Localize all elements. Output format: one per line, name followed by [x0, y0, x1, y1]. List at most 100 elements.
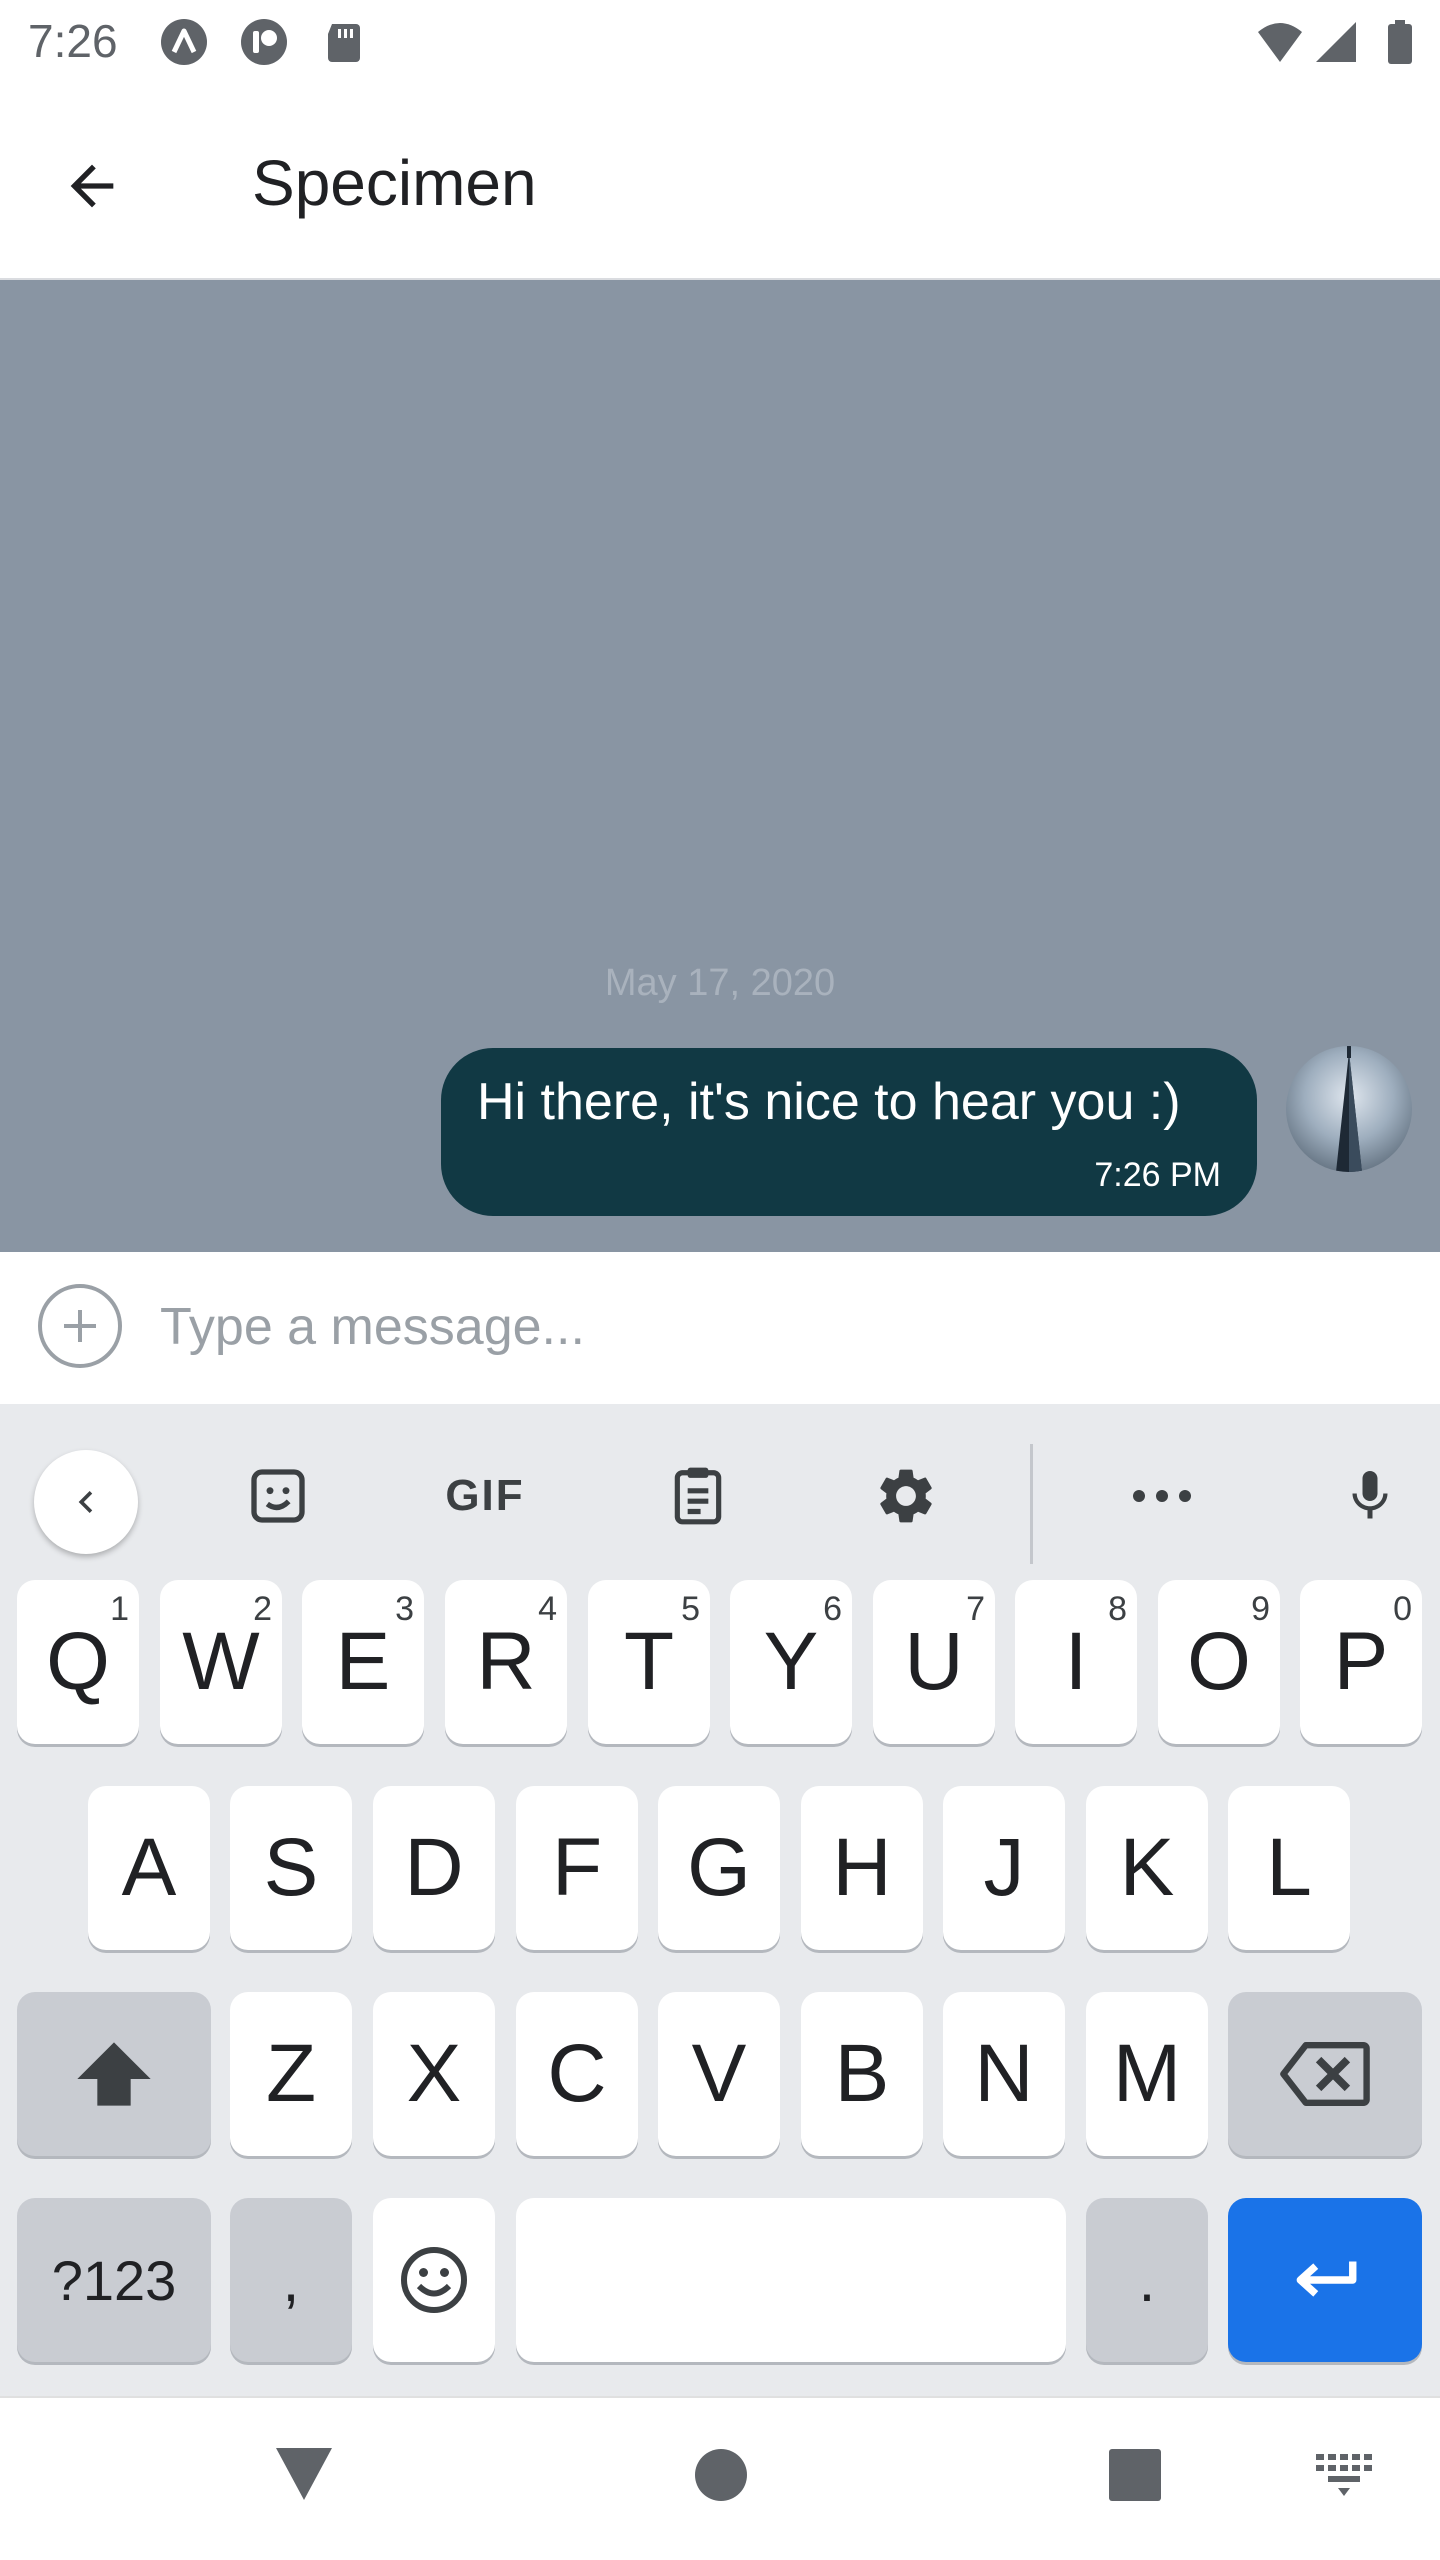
message-input[interactable]: [160, 1282, 1400, 1372]
key-label: Q: [46, 1616, 110, 1707]
key-b[interactable]: B: [801, 1992, 923, 2156]
key-k[interactable]: K: [1086, 1786, 1208, 1950]
backspace-key[interactable]: [1228, 1992, 1422, 2156]
key-hint: 1: [110, 1590, 129, 1628]
key-hint: 6: [823, 1590, 842, 1628]
keyboard-switch-icon[interactable]: [1316, 2454, 1372, 2498]
key-s[interactable]: S: [230, 1786, 352, 1950]
more-button[interactable]: [1114, 1450, 1210, 1542]
key-r[interactable]: R4: [445, 1580, 567, 1744]
clipboard-button[interactable]: [650, 1450, 746, 1542]
sd-card-icon: [328, 24, 360, 62]
avatar-image: [1336, 1046, 1362, 1172]
battery-icon: [1388, 20, 1412, 64]
key-x[interactable]: X: [373, 1992, 495, 2156]
key-label: Y: [763, 1616, 819, 1707]
key-q[interactable]: Q1: [17, 1580, 139, 1744]
key-hint: 2: [253, 1590, 272, 1628]
settings-button[interactable]: [858, 1450, 954, 1542]
chat-area[interactable]: May 17, 2020 Hi there, it's nice to hear…: [0, 280, 1440, 1252]
key-hint: 5: [681, 1590, 700, 1628]
symbols-key[interactable]: ?123: [17, 2198, 211, 2362]
key-v[interactable]: V: [658, 1992, 780, 2156]
page-title: Specimen: [252, 147, 537, 219]
key-label: O: [1187, 1616, 1251, 1707]
key-hint: 8: [1108, 1590, 1127, 1628]
key-z[interactable]: Z: [230, 1992, 352, 2156]
keyboard-collapse-button[interactable]: [34, 1450, 138, 1554]
key-e[interactable]: E3: [302, 1580, 424, 1744]
key-label: I: [1064, 1616, 1088, 1707]
settings-icon: [880, 1469, 932, 1523]
date-divider: May 17, 2020: [604, 962, 836, 1004]
key-w[interactable]: W2: [160, 1580, 282, 1744]
key-n[interactable]: N: [943, 1992, 1065, 2156]
clipboard-icon: [674, 1467, 722, 1525]
app-bar: Specimen: [0, 84, 1440, 280]
message-text: Hi there, it's nice to hear you :): [477, 1073, 1181, 1131]
key-f[interactable]: F: [516, 1786, 638, 1950]
message-timestamp: 7:26 PM: [1094, 1156, 1221, 1194]
key-i[interactable]: I8: [1015, 1580, 1137, 1744]
wifi-icon: [1258, 23, 1302, 62]
shift-icon: [77, 2042, 151, 2106]
backspace-icon: [1280, 2042, 1370, 2106]
signal-icon: [1316, 22, 1356, 62]
key-label: U: [904, 1616, 964, 1707]
status-bar: 7:26: [0, 0, 1440, 84]
sticker-icon: [251, 1469, 305, 1523]
home-circle-icon[interactable]: [694, 2448, 748, 2502]
key-l[interactable]: L: [1228, 1786, 1350, 1950]
chevron-left-icon: [78, 1491, 93, 1513]
message-composer: [0, 1252, 1440, 1404]
recents-square-icon[interactable]: [1108, 2448, 1162, 2502]
period-key[interactable]: .: [1086, 2198, 1208, 2362]
key-h[interactable]: H: [801, 1786, 923, 1950]
more-icon: [1133, 1490, 1191, 1502]
keyboard: GIF Q1 W2 E3 R4 T5 Y6 U7 I8 O9 P0 A S D …: [0, 1404, 1440, 2396]
key-label: W: [182, 1616, 260, 1707]
key-label: E: [335, 1616, 391, 1707]
message-bubble[interactable]: Hi there, it's nice to hear you :) 7:26 …: [441, 1048, 1257, 1216]
key-label: T: [623, 1616, 675, 1707]
navigation-bar: [0, 2396, 1440, 2560]
key-t[interactable]: T5: [588, 1580, 710, 1744]
key-d[interactable]: D: [373, 1786, 495, 1950]
arc-app-icon: [161, 19, 207, 65]
key-hint: 4: [538, 1590, 557, 1628]
back-button[interactable]: [50, 144, 134, 228]
comma-key[interactable]: ,: [230, 2198, 352, 2362]
space-key[interactable]: [516, 2198, 1066, 2362]
key-u[interactable]: U7: [873, 1580, 995, 1744]
gif-button[interactable]: GIF: [430, 1450, 540, 1542]
voice-input-button[interactable]: [1322, 1450, 1418, 1542]
key-hint: 3: [395, 1590, 414, 1628]
arrow-back-icon: [70, 164, 114, 208]
key-g[interactable]: G: [658, 1786, 780, 1950]
notification-app-icon: [241, 19, 287, 65]
key-p[interactable]: P0: [1300, 1580, 1422, 1744]
enter-key[interactable]: [1228, 2198, 1422, 2362]
key-a[interactable]: A: [88, 1786, 210, 1950]
mic-icon: [1352, 1471, 1388, 1519]
key-label: R: [476, 1616, 536, 1707]
emoji-key[interactable]: [373, 2198, 495, 2362]
key-label: P: [1333, 1616, 1389, 1707]
key-hint: 9: [1251, 1590, 1270, 1628]
key-m[interactable]: M: [1086, 1992, 1208, 2156]
enter-icon: [1296, 2261, 1357, 2297]
back-triangle-icon[interactable]: [274, 2446, 334, 2502]
emoji-icon: [401, 2247, 467, 2313]
key-c[interactable]: C: [516, 1992, 638, 2156]
key-y[interactable]: Y6: [730, 1580, 852, 1744]
key-hint: 7: [966, 1590, 985, 1628]
toolbar-divider: [1030, 1444, 1033, 1564]
add-circle-icon[interactable]: [36, 1282, 124, 1370]
key-o[interactable]: O9: [1158, 1580, 1280, 1744]
key-hint: 0: [1393, 1590, 1412, 1628]
key-j[interactable]: J: [943, 1786, 1065, 1950]
status-time: 7:26: [28, 15, 118, 67]
shift-key[interactable]: [17, 1992, 211, 2156]
avatar[interactable]: [1286, 1046, 1412, 1172]
sticker-button[interactable]: [230, 1450, 326, 1542]
